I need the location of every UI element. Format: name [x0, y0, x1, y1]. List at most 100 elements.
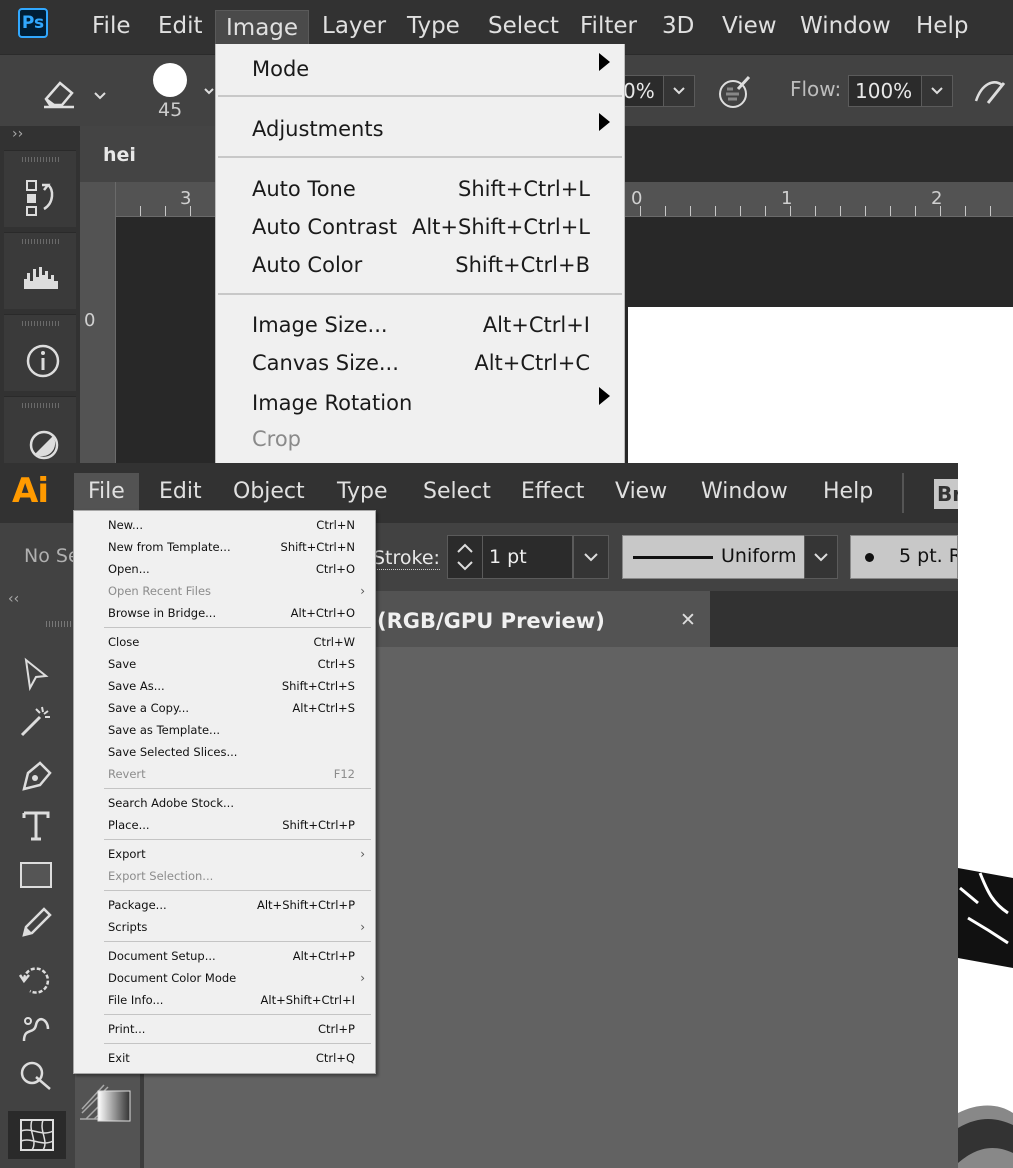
selection-tool-icon[interactable] [18, 656, 54, 692]
menu-item-browse-in-bridge[interactable]: Browse in Bridge... Alt+Ctrl+O [108, 602, 355, 624]
ps-menu-help[interactable]: Help [916, 13, 968, 39]
ps-menu-window[interactable]: Window [800, 13, 891, 39]
menu-item-new[interactable]: New... Ctrl+N [108, 514, 355, 536]
menu-item-adjustments[interactable]: Adjustments [252, 111, 590, 147]
grip-icon[interactable] [22, 403, 60, 408]
menu-item-print[interactable]: Print... Ctrl+P [108, 1018, 355, 1040]
close-icon[interactable]: ✕ [680, 590, 696, 650]
info-icon[interactable] [25, 343, 61, 379]
airbrush-icon[interactable] [972, 75, 1010, 109]
ai-menu-edit[interactable]: Edit [159, 479, 202, 504]
stroke-weight-field[interactable]: 1 pt [483, 535, 573, 579]
menu-item-canvas-size[interactable]: Canvas Size... Alt+Ctrl+C [252, 345, 590, 381]
ps-menu-select[interactable]: Select [488, 13, 559, 39]
grip-icon[interactable] [22, 239, 60, 244]
ps-menu-3d[interactable]: 3D [662, 13, 694, 39]
ps-canvas[interactable] [628, 307, 1013, 463]
ps-menu-image[interactable]: Image [215, 10, 310, 46]
pen-tool-icon[interactable] [18, 759, 54, 795]
brush-preview[interactable] [153, 63, 187, 97]
chevron-down-icon[interactable] [204, 87, 214, 97]
type-tool-icon[interactable] [18, 807, 54, 843]
ai-menu-window[interactable]: Window [701, 479, 788, 504]
flow-dropdown[interactable] [921, 75, 953, 107]
variable-width-profile[interactable]: Uniform [622, 535, 805, 579]
flow-field[interactable]: 100% [848, 75, 922, 107]
menu-item-open[interactable]: Open... Ctrl+O [108, 558, 355, 580]
menu-item-file-info[interactable]: File Info... Alt+Shift+Ctrl+I [108, 989, 355, 1011]
menu-item-place[interactable]: Place... Shift+Ctrl+P [108, 814, 355, 836]
ai-menu-view[interactable]: View [615, 479, 667, 504]
collapse-icon[interactable]: ‹‹ [8, 591, 19, 607]
rectangle-tool-icon[interactable] [18, 857, 54, 893]
brush-definition[interactable]: 5 pt. R [850, 535, 958, 579]
history-icon[interactable] [24, 177, 58, 217]
grip-icon[interactable] [22, 157, 60, 162]
ai-menu-type[interactable]: Type [337, 479, 388, 504]
ps-menu-edit[interactable]: Edit [158, 13, 203, 39]
menu-item-save-a-copy[interactable]: Save a Copy... Alt+Ctrl+S [108, 697, 355, 719]
menu-item-scripts[interactable]: Scripts › [108, 916, 365, 938]
stroke-stepper[interactable] [447, 535, 483, 579]
menu-shortcut: Shift+Ctrl+N [280, 540, 355, 554]
menu-item-image-size[interactable]: Image Size... Alt+Ctrl+I [252, 307, 590, 343]
menu-item-label: Open Recent Files [108, 584, 212, 598]
menu-item-exit[interactable]: Exit Ctrl+Q [108, 1047, 355, 1069]
artwork-shapes [958, 868, 1013, 1168]
menu-item-package[interactable]: Package... Alt+Shift+Ctrl+P [108, 894, 355, 916]
menu-item-save-selected-slices[interactable]: Save Selected Slices... [108, 741, 355, 763]
gradient-tool-icon[interactable] [84, 1077, 144, 1137]
stroke-weight-dropdown[interactable] [573, 535, 609, 579]
ai-menu-effect[interactable]: Effect [521, 479, 584, 504]
ai-menu-select[interactable]: Select [423, 479, 491, 504]
menu-item-label: Export Selection... [108, 869, 214, 883]
menu-item-image-rotation[interactable]: Image Rotation [252, 385, 590, 421]
pressure-opacity-icon[interactable] [716, 73, 754, 111]
submenu-chevron-icon: › [360, 584, 365, 598]
menu-item-close[interactable]: Close Ctrl+W [108, 631, 355, 653]
pencil-tool-icon[interactable] [18, 905, 54, 941]
profile-dropdown[interactable] [804, 535, 838, 579]
grip-icon[interactable] [22, 321, 60, 326]
menu-item-document-color-mode[interactable]: Document Color Mode › [108, 967, 365, 989]
ai-menu-help[interactable]: Help [823, 479, 873, 504]
menu-item-save[interactable]: Save Ctrl+S [108, 653, 355, 675]
puppet-warp-icon[interactable] [18, 1011, 54, 1047]
menu-item-label: Auto Tone [252, 177, 356, 201]
menu-item-auto-color[interactable]: Auto Color Shift+Ctrl+B [252, 247, 590, 283]
magic-wand-icon[interactable] [18, 703, 54, 739]
ps-menu-layer[interactable]: Layer [322, 13, 386, 39]
expand-icon[interactable]: ›› [12, 126, 23, 142]
menu-item-auto-tone[interactable]: Auto Tone Shift+Ctrl+L [252, 171, 590, 207]
menu-item-search-adobe-stock[interactable]: Search Adobe Stock... [108, 792, 355, 814]
menu-item-save-as-template[interactable]: Save as Template... [108, 719, 355, 741]
opacity-field[interactable]: 0% [620, 75, 664, 107]
stroke-label[interactable]: Stroke: [373, 547, 440, 570]
ai-menu-object[interactable]: Object [233, 479, 305, 504]
menu-item-auto-contrast[interactable]: Auto Contrast Alt+Shift+Ctrl+L [252, 209, 590, 245]
menubar-divider [902, 473, 904, 513]
menu-item-document-setup[interactable]: Document Setup... Alt+Ctrl+P [108, 945, 355, 967]
menu-item-save-as[interactable]: Save As... Shift+Ctrl+S [108, 675, 355, 697]
rotate-tool-icon[interactable] [18, 963, 54, 999]
ps-document-tab[interactable]: hei hei.psd [80, 126, 220, 224]
adjustments-icon[interactable] [28, 429, 60, 461]
ai-menu-file[interactable]: File [74, 473, 139, 511]
mesh-tool-button[interactable] [8, 1111, 66, 1159]
chevron-down-icon[interactable] [93, 91, 107, 101]
menu-item-export[interactable]: Export › [108, 843, 365, 865]
histogram-icon[interactable] [22, 263, 62, 293]
brush-label: 5 pt. R [899, 545, 958, 567]
menu-item-new-from-template[interactable]: New from Template... Shift+Ctrl+N [108, 536, 355, 558]
menu-shortcut: F12 [333, 767, 355, 781]
bridge-button[interactable]: Br [934, 479, 958, 509]
grip-icon[interactable] [46, 621, 72, 627]
ps-menu-file[interactable]: File [92, 13, 131, 39]
opacity-dropdown[interactable] [663, 75, 695, 107]
ps-menu-type[interactable]: Type [407, 13, 460, 39]
ps-menu-view[interactable]: View [722, 13, 777, 39]
shape-builder-icon[interactable] [18, 1057, 54, 1093]
eraser-tool-icon[interactable] [40, 75, 80, 111]
menu-item-mode[interactable]: Mode [252, 51, 590, 87]
ps-menu-filter[interactable]: Filter [580, 13, 637, 39]
